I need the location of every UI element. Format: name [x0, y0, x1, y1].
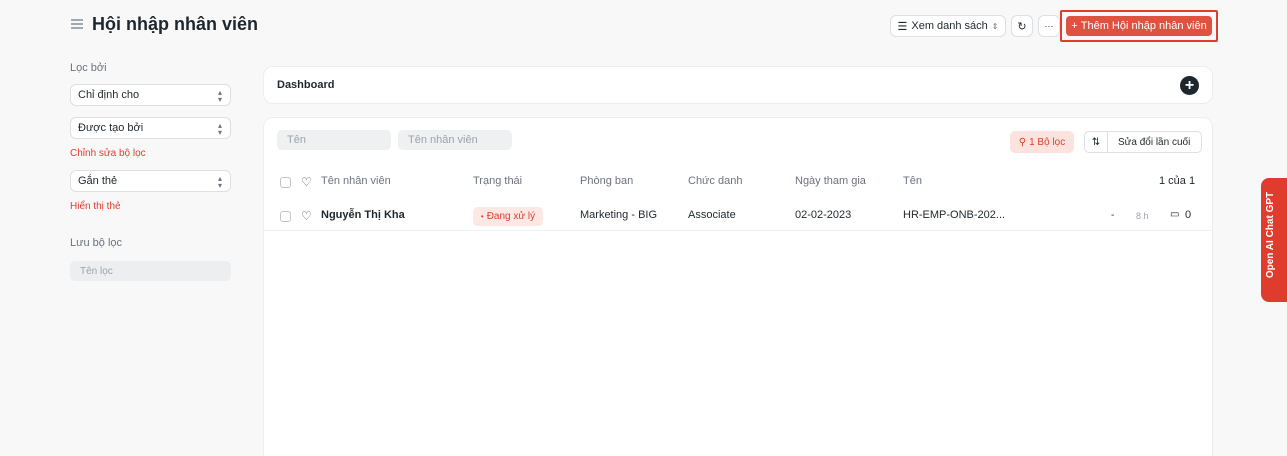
row-joining-date: 02-02-2023	[795, 209, 852, 221]
row-designation: Associate	[688, 209, 736, 221]
chevron-updown-icon: ⇕	[991, 21, 999, 31]
col-joining-date[interactable]: Ngày tham gia	[795, 175, 866, 187]
view-list-button[interactable]: ☰ Xem danh sách ⇕	[890, 15, 1006, 37]
row-department: Marketing - BIG	[580, 209, 658, 221]
show-tags-link[interactable]: Hiển thị thẻ	[70, 201, 121, 212]
tags-label: Gắn thẻ	[78, 175, 118, 187]
more-icon: ···	[1044, 21, 1054, 31]
chevron-updown-icon: ▴ ▾	[217, 88, 222, 104]
select-all-checkbox[interactable]	[280, 177, 291, 188]
chevron-updown-icon: ▴ ▾	[217, 174, 222, 190]
row-dash: -	[1111, 210, 1115, 221]
status-badge: • Đang xử lý	[473, 207, 543, 226]
view-list-label: Xem danh sách	[911, 20, 988, 32]
top-bar: Hội nhập nhân viên ☰ Xem danh sách ⇕ ↻ ·…	[0, 0, 1287, 54]
col-employee-name[interactable]: Tên nhân viên	[321, 175, 391, 187]
created-by-select[interactable]: Được tạo bởi ▴ ▾	[70, 117, 231, 139]
row-modified: 8 h	[1136, 211, 1149, 221]
chevron-updown-icon: ▴ ▾	[217, 121, 222, 137]
row-comments: 0	[1185, 209, 1192, 221]
more-button[interactable]: ···	[1038, 15, 1060, 37]
col-status[interactable]: Trạng thái	[473, 175, 522, 187]
col-name[interactable]: Tên	[903, 175, 922, 187]
created-by-label: Được tạo bởi	[78, 122, 144, 134]
sort-control: ⇅ Sửa đổi lần cuối	[1084, 131, 1202, 153]
assigned-to-select[interactable]: Chỉ định cho ▴ ▾	[70, 84, 231, 106]
sort-field-button[interactable]: Sửa đổi lần cuối	[1108, 137, 1190, 148]
ai-chat-button[interactable]: Open AI Chat GPT	[1261, 178, 1287, 302]
row-checkbox[interactable]	[280, 211, 291, 222]
menu-icon[interactable]	[70, 17, 84, 31]
heart-icon[interactable]: ♡	[301, 209, 312, 223]
tags-select[interactable]: Gắn thẻ ▴ ▾	[70, 170, 231, 192]
sort-icon: ⇅	[1091, 136, 1101, 148]
list-card: Tên Tên nhân viên ⚲ 1 Bộ lọc ⇅ Sửa đổi l…	[263, 117, 1213, 456]
save-filter-label: Lưu bộ lọc	[70, 237, 123, 249]
list-header: ♡ Tên nhân viên Trạng thái Phòng ban Chứ…	[264, 171, 1212, 193]
list-icon: ☰	[897, 20, 908, 33]
add-onboarding-label: Thêm Hội nhập nhân viên	[1080, 20, 1207, 32]
edit-filters-link[interactable]: Chỉnh sửa bộ lọc	[70, 148, 146, 159]
refresh-button[interactable]: ↻	[1011, 15, 1033, 37]
employee-name-filter-input[interactable]: Tên nhân viên	[398, 130, 512, 150]
heart-icon[interactable]: ♡	[301, 175, 312, 189]
comment-icon[interactable]: ▭	[1170, 209, 1179, 220]
dashboard-card: Dashboard +	[263, 66, 1213, 104]
status-label: Đang xử lý	[486, 211, 536, 222]
col-designation[interactable]: Chức danh	[688, 175, 742, 187]
table-row[interactable]: ♡ Nguyễn Thị Kha • Đang xử lý Marketing …	[264, 203, 1212, 231]
filter-button[interactable]: ⚲ 1 Bộ lọc	[1010, 131, 1074, 153]
filter-count-label: 1 Bộ lọc	[1029, 136, 1066, 148]
col-department[interactable]: Phòng ban	[580, 175, 633, 187]
sort-direction-button[interactable]: ⇅	[1085, 132, 1108, 152]
row-name[interactable]: HR-EMP-ONB-202...	[903, 209, 1005, 221]
row-employee-name[interactable]: Nguyễn Thị Kha	[321, 209, 405, 221]
ai-chat-label: Open AI Chat GPT	[1265, 191, 1276, 279]
add-circle-icon[interactable]: +	[1180, 76, 1199, 95]
name-filter-input[interactable]: Tên	[277, 130, 391, 150]
assigned-to-label: Chỉ định cho	[78, 89, 140, 101]
page-title: Hội nhập nhân viên	[92, 14, 259, 34]
add-onboarding-button[interactable]: + Thêm Hội nhập nhân viên	[1066, 16, 1212, 36]
status-dot-icon: •	[480, 212, 484, 221]
filter-name-input[interactable]: Tên lọc	[70, 261, 231, 281]
dashboard-title: Dashboard	[277, 79, 335, 91]
filter-by-label: Lọc bởi	[70, 62, 107, 74]
filter-icon: ⚲	[1018, 136, 1027, 148]
plus-icon: +	[1071, 20, 1078, 32]
primary-button-highlight: + Thêm Hội nhập nhân viên	[1060, 10, 1218, 42]
record-count: 1 của 1	[1159, 175, 1196, 187]
refresh-icon: ↻	[1017, 20, 1027, 33]
